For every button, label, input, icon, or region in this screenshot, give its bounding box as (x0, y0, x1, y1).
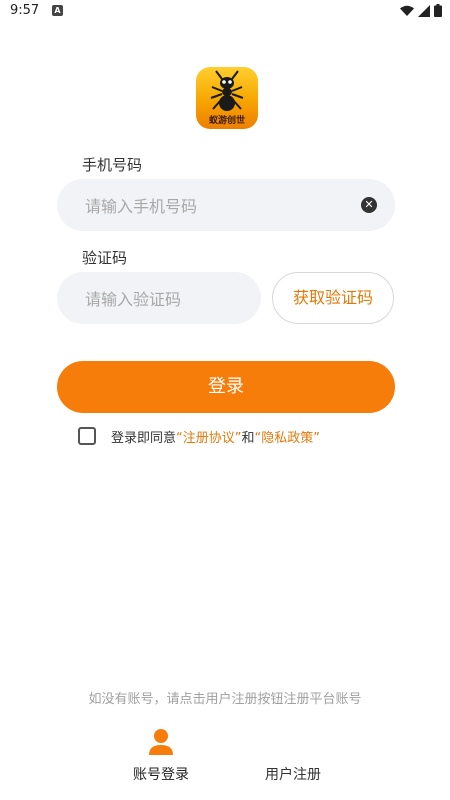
ant-icon (210, 70, 244, 111)
code-field-container (57, 272, 261, 326)
status-time: 9:57 (10, 3, 40, 18)
wifi-icon (400, 5, 414, 16)
phone-input[interactable] (83, 179, 357, 233)
phone-label: 手机号码 (82, 156, 143, 174)
tab-register-label: 用户注册 (265, 767, 321, 783)
tab-account-login[interactable]: 账号登录 (106, 728, 216, 788)
notification-icon: A (52, 5, 63, 16)
login-button[interactable]: 登录 (57, 361, 395, 413)
code-input[interactable] (83, 272, 247, 326)
battery-icon (434, 4, 442, 17)
agreement-row: 登录即同意 “注册协议” 和 “隐私政策” (78, 424, 320, 448)
status-bar: 9:57 A (0, 0, 450, 24)
privacy-link[interactable]: “隐私政策” (255, 427, 320, 446)
person-icon (149, 729, 173, 755)
tab-account-label: 账号登录 (133, 767, 189, 783)
agreement-prefix: 登录即同意 (111, 430, 177, 446)
tab-register[interactable]: 用户注册 (238, 728, 348, 788)
agreement-and: 和 (241, 430, 255, 446)
signal-icon (418, 4, 430, 17)
agreement-checkbox[interactable] (78, 427, 96, 445)
code-label: 验证码 (82, 249, 128, 267)
app-logo: 蚁游创世 (196, 67, 258, 129)
get-code-button[interactable]: 获取验证码 (272, 272, 394, 324)
footer-hint: 如没有账号，请点击用户注册按钮注册平台账号 (88, 692, 362, 707)
status-icons (400, 4, 442, 17)
terms-link[interactable]: “注册协议” (176, 427, 241, 446)
phone-field-container: ✕ (57, 179, 395, 233)
logo-text: 蚁游创世 (208, 116, 245, 126)
clear-icon[interactable]: ✕ (361, 197, 377, 213)
